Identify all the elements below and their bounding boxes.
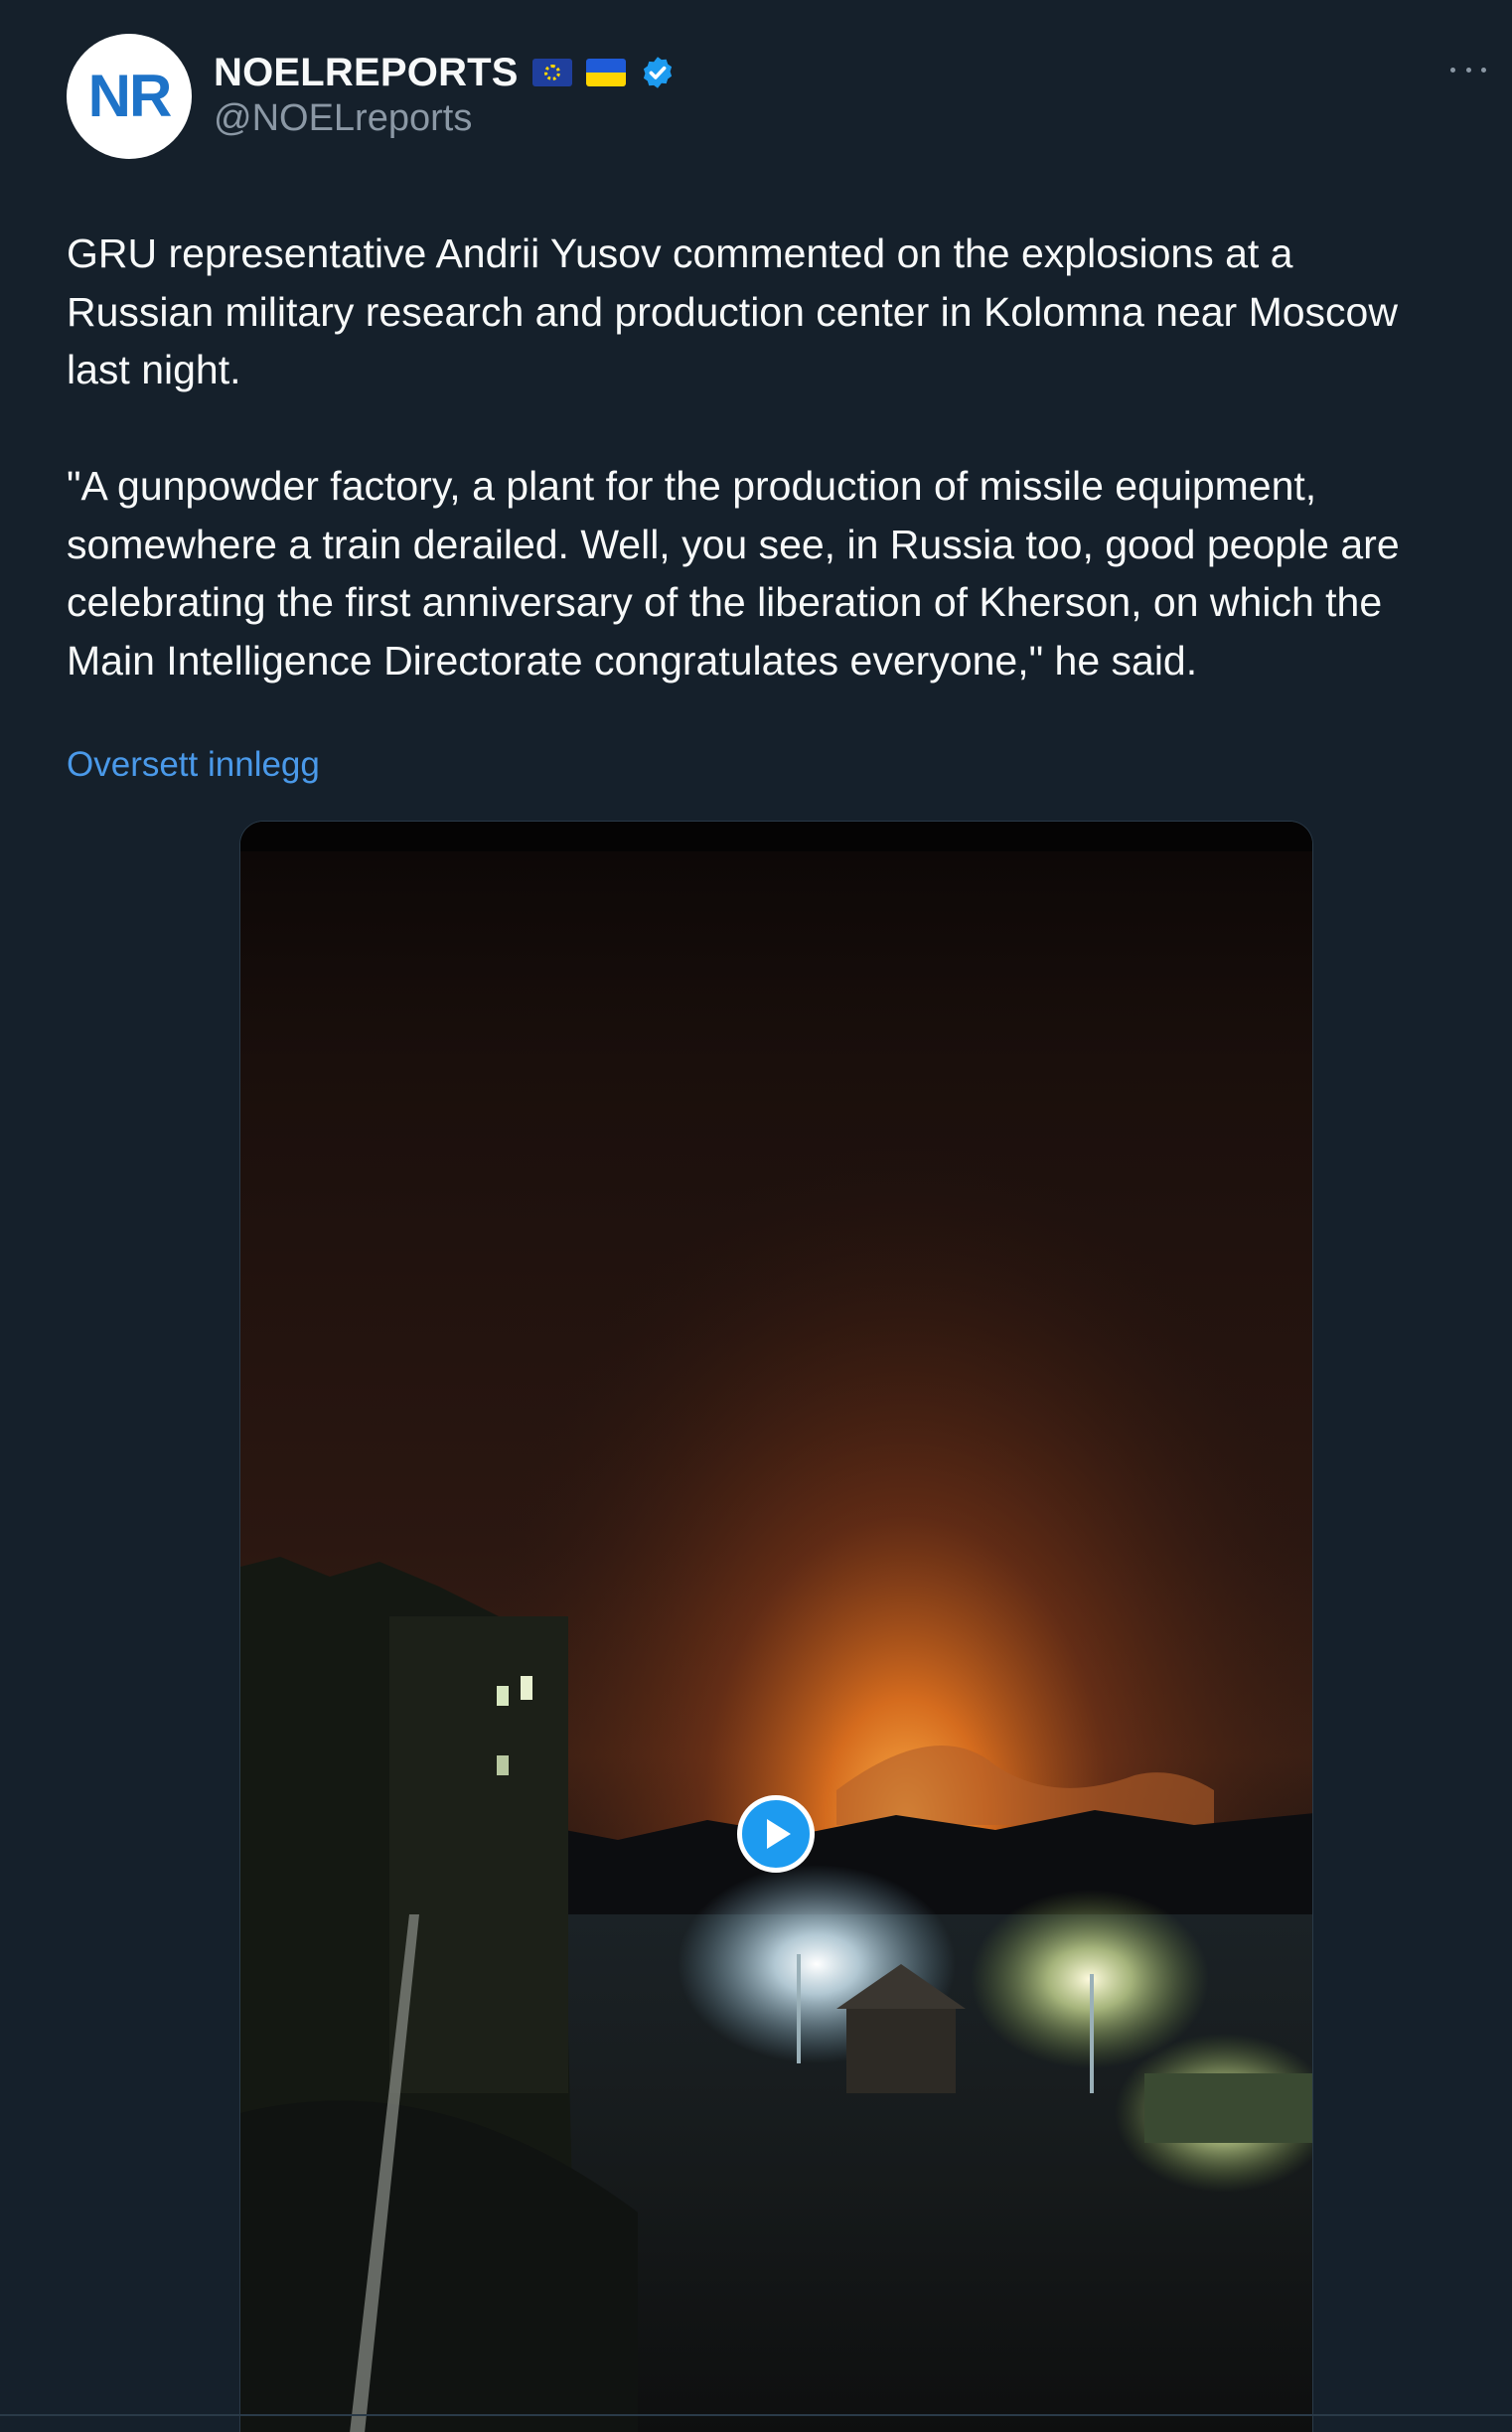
- verified-badge-icon[interactable]: [640, 55, 676, 90]
- play-button[interactable]: [737, 1795, 815, 1873]
- video-thumbnail: [240, 822, 1312, 2432]
- play-icon: [767, 1819, 791, 1849]
- author-name-row: NOELREPORTS: [214, 48, 676, 97]
- tweet-text: GRU representative Andrii Yusov commente…: [67, 230, 1400, 684]
- video-player[interactable]: [239, 821, 1313, 2432]
- ukraine-flag-icon: [585, 59, 626, 86]
- translate-post-link[interactable]: Oversett innlegg: [67, 745, 320, 785]
- divider: [0, 2414, 1512, 2416]
- avatar-logo: NR: [87, 63, 173, 129]
- handle[interactable]: @NOELreports: [214, 97, 472, 140]
- tweet: NR NOELREPORTS @NOELreports GRU represen…: [0, 0, 1512, 2432]
- more-dot-icon: [1450, 67, 1455, 73]
- more-dot-icon: [1465, 67, 1471, 73]
- display-name[interactable]: NOELREPORTS: [214, 51, 519, 95]
- more-options-button[interactable]: [1450, 60, 1486, 79]
- more-dot-icon: [1481, 67, 1486, 73]
- eu-flag-icon: [531, 59, 572, 86]
- avatar[interactable]: NR: [67, 34, 192, 159]
